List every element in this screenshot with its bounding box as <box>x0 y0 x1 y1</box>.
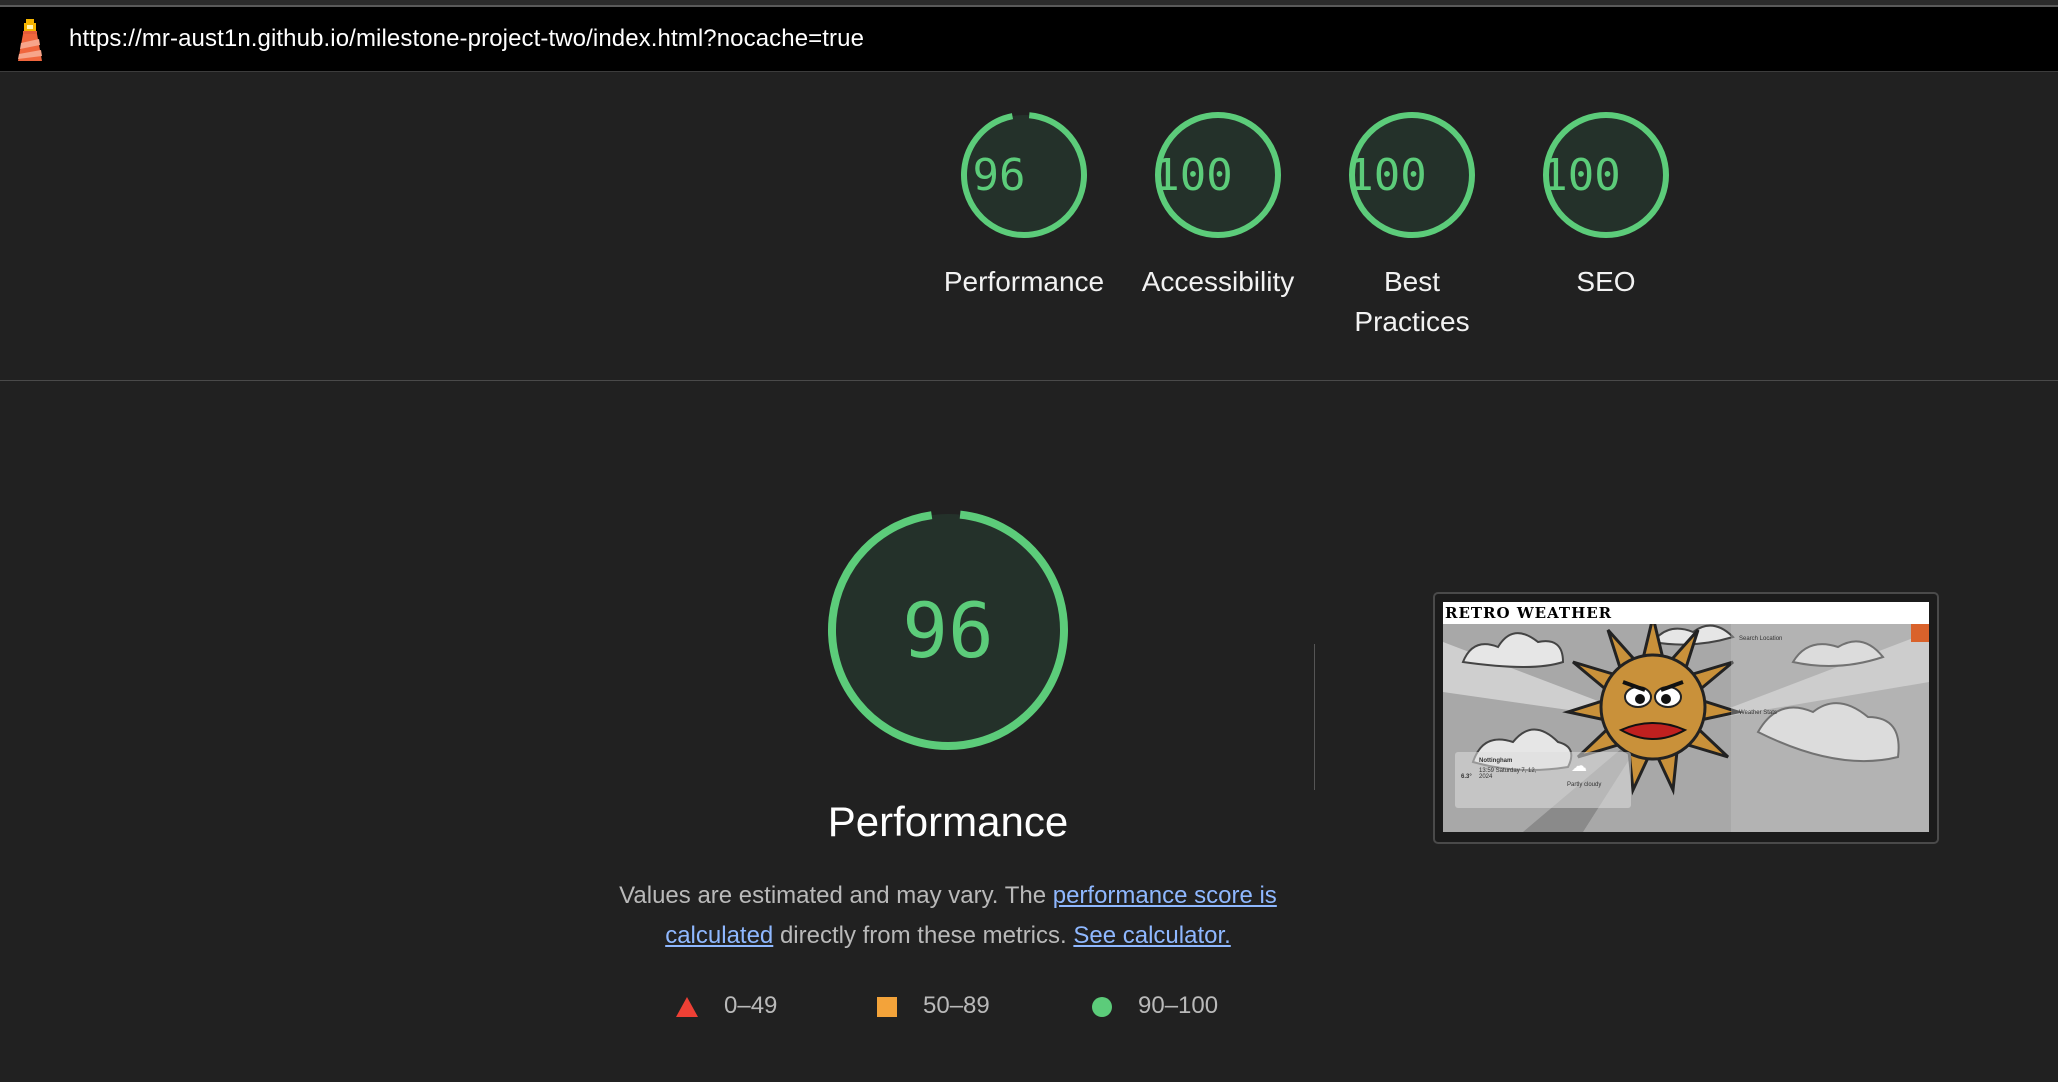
gauge-seo[interactable]: 100 SEO <box>1516 110 1696 302</box>
thumb-weather-label: Weather Stats <box>1739 710 1777 716</box>
legend-pass: 90–100 <box>1092 992 1218 1024</box>
thumb-condition: Partly cloudy <box>1567 782 1602 788</box>
gauge-best-practices[interactable]: 100 Best Practices <box>1322 110 1502 342</box>
thumb-date: 13:59 Saturday 7, 12, 2024 <box>1479 768 1537 780</box>
thumb-header: RETRO WEATHER <box>1443 602 1929 624</box>
average-square-icon <box>877 996 897 1017</box>
screenshot-image: RETRO WEATHER Search Location Weather St… <box>1443 602 1929 832</box>
thumb-site-title: RETRO WEATHER <box>1445 604 1613 622</box>
performance-description: Values are estimated and may vary. The p… <box>612 876 1284 956</box>
see-calculator-link[interactable]: See calculator. <box>1073 922 1230 949</box>
cloud-icon: ☁ <box>1571 758 1587 775</box>
vertical-separator <box>1314 644 1315 790</box>
section-divider <box>0 380 2058 381</box>
final-screenshot-thumbnail[interactable]: RETRO WEATHER Search Location Weather St… <box>1433 592 1939 844</box>
page-url[interactable]: https://mr-aust1n.github.io/milestone-pr… <box>69 7 864 71</box>
gauge-label: SEO <box>1576 266 1636 297</box>
description-text: directly from these metrics. <box>773 922 1074 949</box>
legend-range: 0–49 <box>724 992 778 1019</box>
gauge-score: 100 <box>1541 149 1621 201</box>
legend-fail: 0–49 <box>676 992 777 1024</box>
thumb-temp: 6.3° <box>1461 774 1472 780</box>
legend-range: 50–89 <box>923 992 990 1019</box>
thumb-side-panel: Search Location Weather Stats <box>1731 624 1929 832</box>
pass-circle-icon <box>1092 996 1112 1017</box>
gauge-score: 100 <box>1347 149 1427 201</box>
score-summary: 96 Performance 100 Accessibility 100 Bes… <box>0 72 2058 380</box>
thumb-search-label: Search Location <box>1739 636 1783 642</box>
gauge-label: Accessibility <box>1141 266 1295 297</box>
url-bar: https://mr-aust1n.github.io/milestone-pr… <box>0 7 2058 72</box>
gauge-performance[interactable]: 96 Performance <box>934 110 1114 302</box>
thumb-city: Nottingham <box>1479 758 1513 764</box>
performance-title: Performance <box>827 798 1069 845</box>
performance-score: 96 <box>902 585 994 675</box>
description-text: Values are estimated and may vary. The <box>619 882 1053 909</box>
lighthouse-icon <box>18 19 42 61</box>
fail-triangle-icon <box>676 996 698 1017</box>
window-top-edge <box>0 0 2058 7</box>
gauge-score: 96 <box>972 149 1026 201</box>
gauge-score: 100 <box>1153 149 1233 201</box>
legend-average: 50–89 <box>877 992 990 1024</box>
legend-range: 90–100 <box>1138 992 1219 1019</box>
thumb-search-button <box>1911 624 1929 642</box>
gauge-label: Performance <box>943 266 1105 297</box>
thumb-weather-card: 6.3° Nottingham 13:59 Saturday 7, 12, 20… <box>1455 752 1631 808</box>
gauge-accessibility[interactable]: 100 Accessibility <box>1128 110 1308 302</box>
gauge-label: Best Practices <box>1354 266 1470 337</box>
